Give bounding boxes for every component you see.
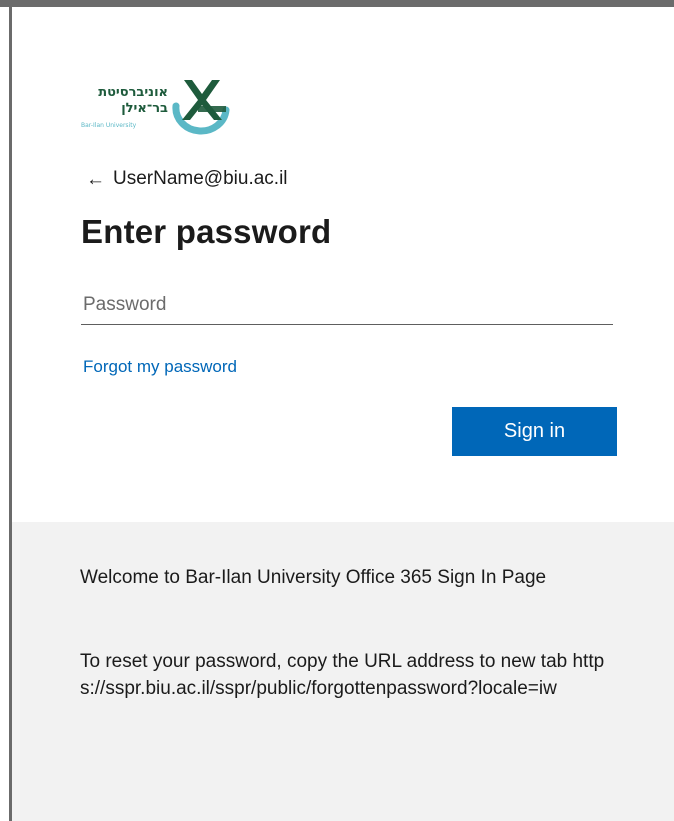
sign-in-button[interactable]: Sign in bbox=[452, 407, 617, 456]
logo-hebrew-line1: אוניברסיטת bbox=[98, 85, 168, 100]
logo-green-base bbox=[198, 106, 226, 112]
logo-green-mark bbox=[182, 80, 222, 120]
bar-ilan-logo: אוניברסיטת בר־אילן Bar-Ilan University bbox=[80, 76, 230, 136]
sign-in-window: אוניברסיטת בר־אילן Bar-Ilan University ←… bbox=[0, 0, 674, 821]
window-top-border bbox=[0, 0, 674, 7]
bar-ilan-logo-icon: אוניברסיטת בר־אילן Bar-Ilan University bbox=[81, 80, 230, 135]
footer-panel: Welcome to Bar-Ilan University Office 36… bbox=[12, 522, 674, 821]
logo-hebrew-line2: בר־אילן bbox=[121, 101, 168, 116]
identity-banner[interactable]: ← UserName@biu.ac.il bbox=[86, 164, 288, 194]
forgot-password-link[interactable]: Forgot my password bbox=[83, 357, 237, 377]
username-label: UserName@biu.ac.il bbox=[113, 168, 288, 189]
page-title: Enter password bbox=[81, 213, 332, 250]
logo-english-text: Bar-Ilan University bbox=[81, 122, 137, 129]
reset-info-text: To reset your password, copy the URL add… bbox=[80, 651, 605, 699]
arrow-left-icon[interactable]: ← bbox=[86, 170, 105, 189]
welcome-text: Welcome to Bar-Ilan University Office 36… bbox=[80, 567, 547, 588]
password-field[interactable] bbox=[81, 285, 613, 325]
